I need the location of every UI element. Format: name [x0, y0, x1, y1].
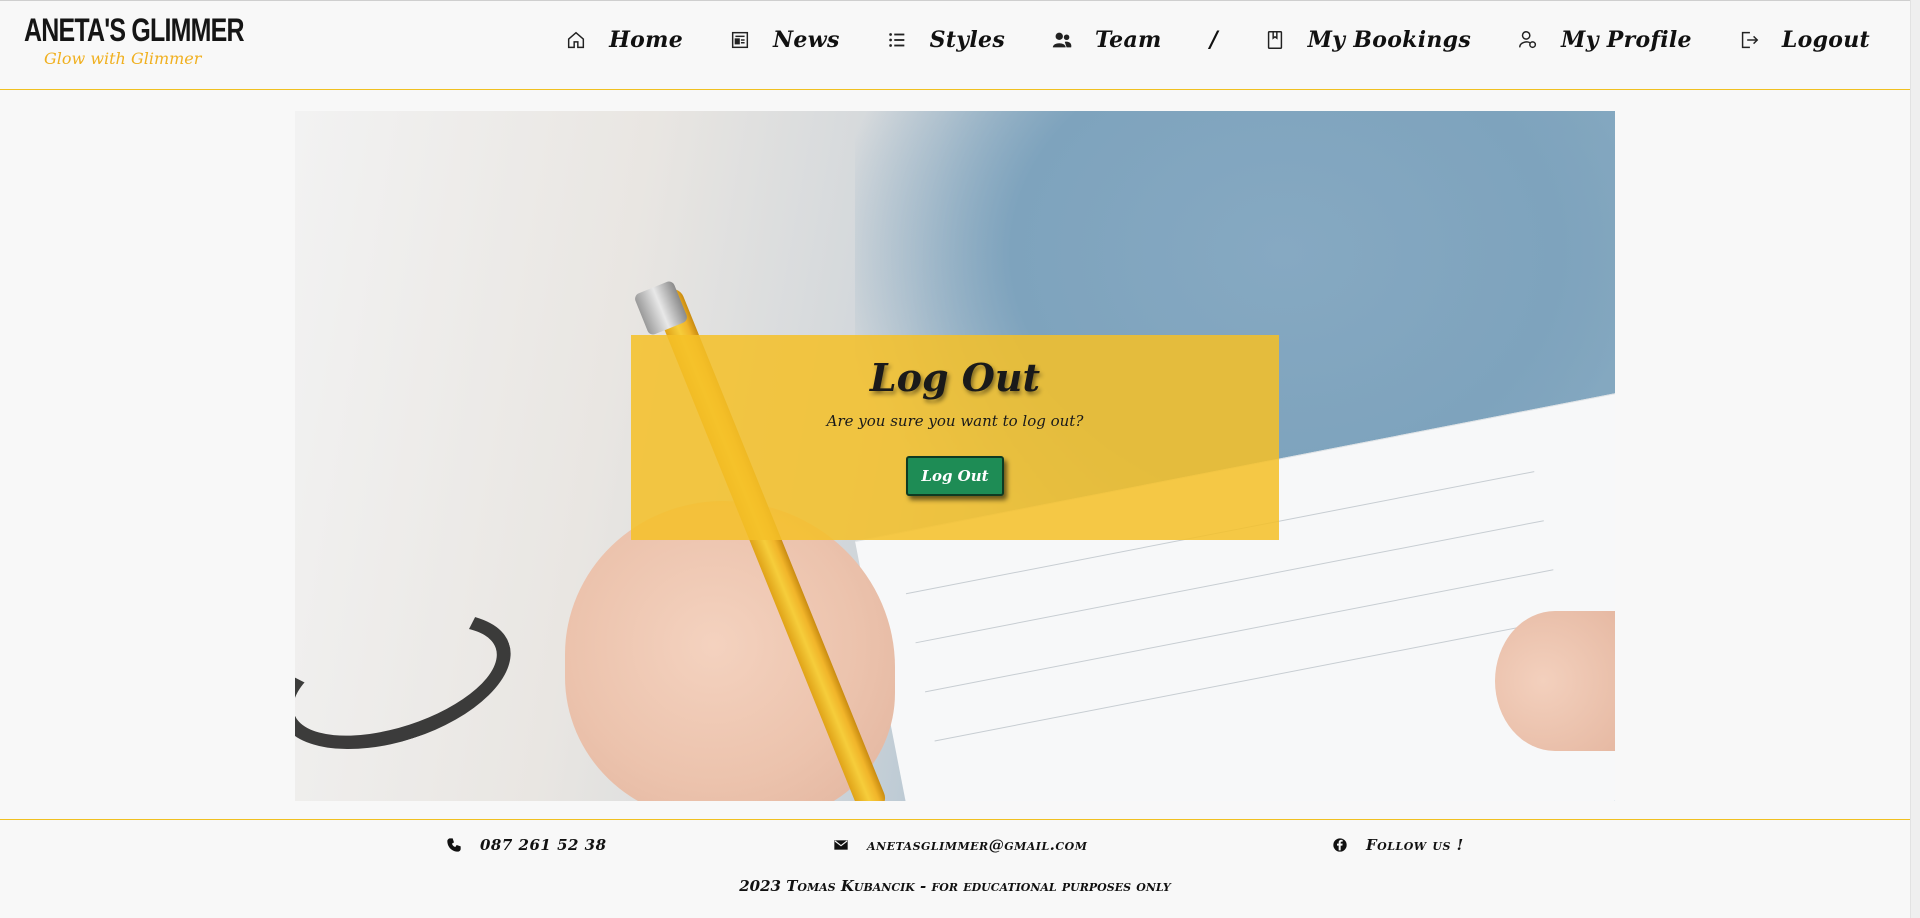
- newspaper-icon: [731, 31, 749, 49]
- site-logo[interactable]: ANETA'S GLIMMER Glow with Glimmer: [24, 13, 306, 68]
- logo-title: ANETA'S GLIMMER: [24, 12, 245, 48]
- footer-phone-text: 087 261 52 38: [480, 836, 607, 854]
- footer-copyright: 2023 Tomas Kubancik - for educational pu…: [739, 877, 1171, 895]
- nav-logout-label: Logout: [1781, 27, 1870, 53]
- footer-email[interactable]: anetasglimmer@gmail.com: [833, 836, 1087, 854]
- nav-my-bookings-label: My Bookings: [1307, 27, 1472, 53]
- footer-social[interactable]: Follow us !: [1332, 836, 1464, 854]
- footer-social-text: Follow us !: [1366, 836, 1464, 854]
- list-icon: [888, 33, 904, 47]
- logo-tagline: Glow with Glimmer: [44, 49, 202, 68]
- hero-hand-right-shape: [1495, 611, 1615, 751]
- logout-message: Are you sure you want to log out?: [826, 412, 1084, 430]
- nav-news[interactable]: News: [729, 27, 840, 53]
- facebook-icon: [1333, 838, 1347, 852]
- users-icon: [1052, 32, 1072, 48]
- logout-button[interactable]: Log Out: [906, 456, 1004, 496]
- site-header: ANETA'S GLIMMER Glow with Glimmer Home N…: [0, 0, 1910, 90]
- nav-logout[interactable]: Logout: [1738, 27, 1870, 53]
- logout-title: Log Out: [869, 355, 1041, 400]
- nav-news-label: News: [773, 27, 840, 53]
- nav-styles-label: Styles: [929, 27, 1006, 53]
- nav-my-profile[interactable]: My Profile: [1517, 27, 1692, 53]
- notebook-icon: [1267, 31, 1282, 49]
- nav-team-label: Team: [1095, 27, 1162, 53]
- envelope-icon: [834, 840, 848, 850]
- nav-team[interactable]: Team: [1051, 27, 1162, 53]
- site-footer: 087 261 52 38 anetasglimmer@gmail.com Fo…: [0, 819, 1910, 918]
- phone-icon: [447, 838, 461, 852]
- nav-home[interactable]: Home: [565, 27, 683, 53]
- nav-my-profile-label: My Profile: [1561, 27, 1692, 53]
- logout-card: Log Out Are you sure you want to log out…: [631, 335, 1279, 540]
- logout-icon: [1741, 31, 1759, 49]
- main-nav: Home News Styles Team / My Bookings My P…: [519, 27, 1870, 53]
- page-scrollbar[interactable]: [1910, 0, 1920, 918]
- home-icon: [567, 31, 585, 49]
- nav-home-label: Home: [609, 27, 683, 53]
- footer-email-text: anetasglimmer@gmail.com: [867, 836, 1088, 854]
- nav-styles[interactable]: Styles: [886, 27, 1005, 53]
- nav-separator: /: [1209, 27, 1218, 53]
- nav-my-bookings[interactable]: My Bookings: [1264, 27, 1471, 53]
- footer-phone[interactable]: 087 261 52 38: [446, 836, 607, 854]
- user-gear-icon: [1519, 31, 1537, 49]
- hero-glasses-shape: [295, 586, 528, 776]
